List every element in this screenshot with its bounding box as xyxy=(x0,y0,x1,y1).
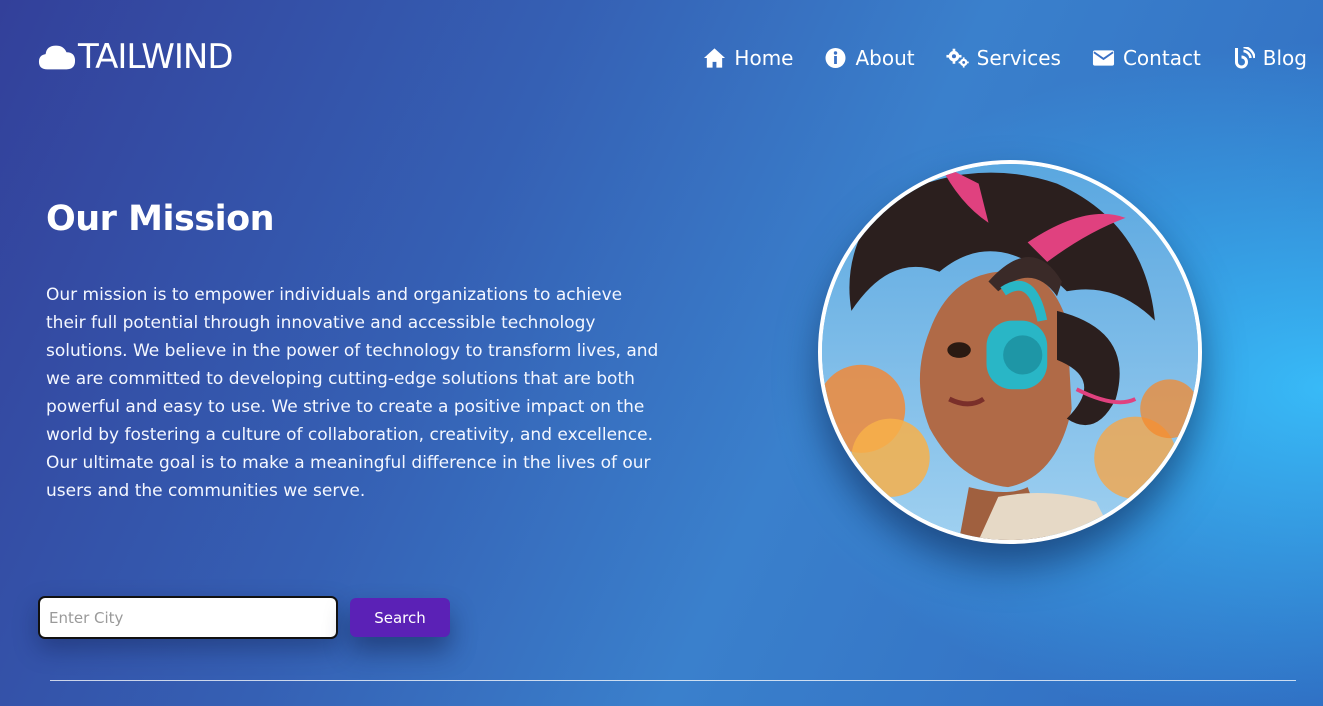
headphones-girl-illustration xyxy=(822,164,1198,540)
cloud-icon xyxy=(38,45,76,70)
nav-blog[interactable]: Blog xyxy=(1232,44,1307,72)
nav-about[interactable]: About xyxy=(824,44,915,72)
brand-logo[interactable]: TAILWIND xyxy=(38,38,233,76)
envelope-icon xyxy=(1092,50,1115,66)
nav-contact[interactable]: Contact xyxy=(1092,44,1201,72)
nav-services[interactable]: Services xyxy=(946,44,1061,72)
gears-icon xyxy=(946,48,969,68)
mission-body: Our mission is to empower individuals an… xyxy=(46,285,659,501)
mission-portrait-image xyxy=(818,160,1202,544)
nav-about-label: About xyxy=(855,46,915,70)
nav-services-label: Services xyxy=(976,46,1061,70)
section-divider xyxy=(50,680,1296,681)
brand-name: TAILWIND xyxy=(78,37,233,77)
mission-title: Our Mission xyxy=(46,199,275,239)
nav-home[interactable]: Home xyxy=(703,44,793,72)
nav-contact-label: Contact xyxy=(1122,46,1201,70)
nav-home-label: Home xyxy=(734,46,794,70)
city-input[interactable] xyxy=(38,596,338,639)
search-button[interactable]: Search xyxy=(350,598,450,637)
main-nav: Home About Services Contact Blog xyxy=(703,44,1307,72)
info-icon xyxy=(825,48,846,68)
nav-blog-label: Blog xyxy=(1262,46,1307,70)
blog-icon xyxy=(1234,47,1255,69)
city-search-form: Search xyxy=(38,596,450,639)
home-icon xyxy=(704,48,726,68)
